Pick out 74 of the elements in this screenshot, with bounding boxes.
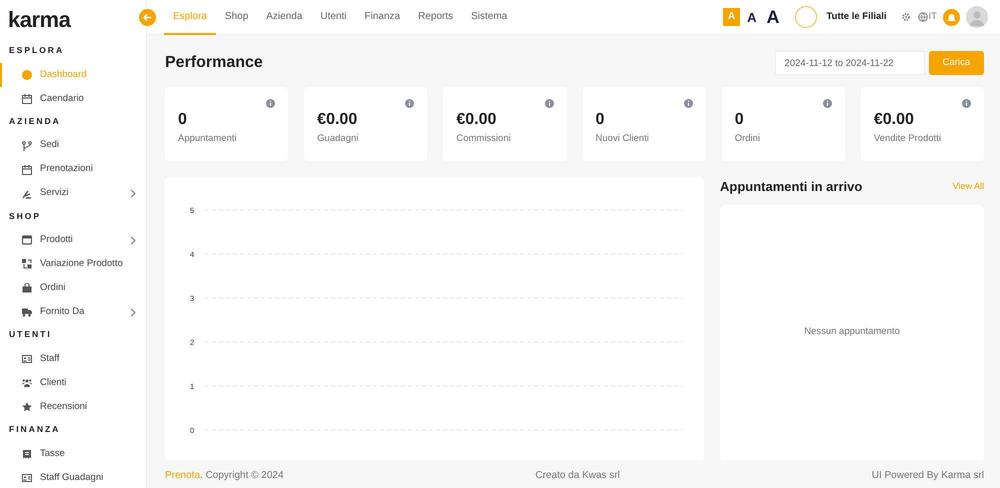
sidebar-item[interactable]: Ordini bbox=[0, 276, 146, 300]
info-icon bbox=[544, 99, 554, 108]
stat-value: 0 bbox=[178, 111, 187, 129]
sidebar-item[interactable]: Tasse bbox=[0, 442, 146, 466]
stat-value: €0.00 bbox=[456, 111, 496, 129]
sidebar-item[interactable]: Prenotazioni bbox=[0, 158, 146, 182]
sidebar-section-title: FINANZA bbox=[8, 423, 62, 436]
nav-tab[interactable]: Finanza bbox=[356, 0, 410, 34]
star-icon bbox=[22, 402, 32, 412]
receipt-icon bbox=[22, 448, 32, 459]
sidebar-section-title: SHOP bbox=[8, 210, 42, 222]
sidebar-item[interactable]: Caendario bbox=[0, 86, 146, 111]
sidebar-item[interactable]: Staff bbox=[0, 347, 146, 371]
stat-label: Nuovi Clienti bbox=[596, 132, 649, 146]
stat-label: Appuntamenti bbox=[178, 132, 237, 146]
logo: karma bbox=[7, 6, 72, 34]
stat-label: Guadagni bbox=[317, 132, 358, 146]
sidebar-item[interactable]: Staff Guadagni bbox=[0, 466, 146, 488]
stat-label: Commissioni bbox=[456, 132, 511, 146]
sidebar-item[interactable]: Clienti bbox=[0, 371, 146, 395]
copyright-text: . Copyright © 2024 bbox=[200, 470, 284, 480]
nav-tab[interactable]: Shop bbox=[216, 0, 258, 34]
sidebar-section-title: ESPLORA bbox=[8, 44, 66, 57]
dot-icon bbox=[22, 70, 32, 80]
stat-label: Ordini bbox=[734, 132, 760, 146]
box-icon bbox=[22, 235, 32, 246]
info-icon bbox=[684, 99, 693, 108]
page-title: Performance bbox=[165, 53, 263, 73]
stat-value: €0.00 bbox=[317, 111, 358, 129]
nav-tab[interactable]: Sistema bbox=[462, 0, 516, 34]
nav-tab[interactable]: Utenti bbox=[311, 0, 356, 34]
truck-icon bbox=[22, 307, 32, 318]
powered-by-text: UI Powered By Karma srl bbox=[872, 468, 984, 482]
sidebar-item[interactable]: Prodotti bbox=[0, 228, 146, 252]
people-icon bbox=[22, 378, 32, 388]
globe-icon bbox=[918, 12, 928, 22]
credit-text: Creato da Kwas srl bbox=[535, 468, 620, 482]
calendar-icon bbox=[22, 164, 32, 174]
sidebar-item[interactable]: Servizi bbox=[0, 182, 146, 206]
bag-icon bbox=[22, 283, 32, 294]
notifications-button[interactable] bbox=[943, 8, 960, 26]
branch-icon bbox=[22, 140, 32, 150]
stat-value: 0 bbox=[596, 111, 604, 129]
calendar-icon bbox=[22, 94, 32, 104]
info-icon bbox=[822, 99, 832, 108]
date-range-field[interactable]: 2024-11-12 to 2024-11-22 bbox=[774, 51, 925, 75]
info-icon bbox=[962, 99, 972, 108]
settings-icon bbox=[900, 12, 911, 22]
nav-tab[interactable]: Azienda bbox=[257, 0, 312, 34]
sidebar-item[interactable]: Variazione Prodotto bbox=[0, 252, 146, 276]
sidebar-item[interactable]: Sedi bbox=[0, 134, 146, 158]
font-size-button[interactable]: A bbox=[744, 10, 760, 24]
sidebar-item[interactable]: Recensioni bbox=[0, 395, 146, 419]
variants-icon bbox=[22, 259, 32, 270]
stat-value: €0.00 bbox=[874, 111, 914, 129]
arrow-left-icon bbox=[143, 12, 152, 22]
language-selector[interactable]: IT bbox=[918, 10, 937, 24]
avatar[interactable] bbox=[966, 6, 988, 28]
id-card-icon bbox=[22, 354, 32, 364]
sidebar-section-title: UTENTI bbox=[8, 328, 53, 342]
section-title: Appuntamenti in arrivo bbox=[720, 178, 862, 196]
font-size-button[interactable]: A bbox=[764, 8, 783, 26]
branch-selector[interactable]: Tutte le Filiali bbox=[826, 10, 887, 24]
empty-message: Nessun appuntamento bbox=[804, 325, 900, 340]
nav-tab[interactable]: Reports bbox=[409, 0, 462, 34]
id-card-icon bbox=[22, 472, 32, 483]
sidebar-section-title: AZIENDA bbox=[8, 114, 62, 128]
sidebar-item[interactable]: Fornito Da bbox=[0, 300, 146, 324]
info-icon bbox=[405, 99, 414, 108]
info-icon bbox=[266, 99, 276, 108]
bell-icon bbox=[947, 12, 956, 22]
branch-logo-circle bbox=[794, 6, 817, 28]
stat-value: 0 bbox=[734, 111, 744, 129]
stat-label: Vendite Prodotti bbox=[874, 132, 941, 146]
